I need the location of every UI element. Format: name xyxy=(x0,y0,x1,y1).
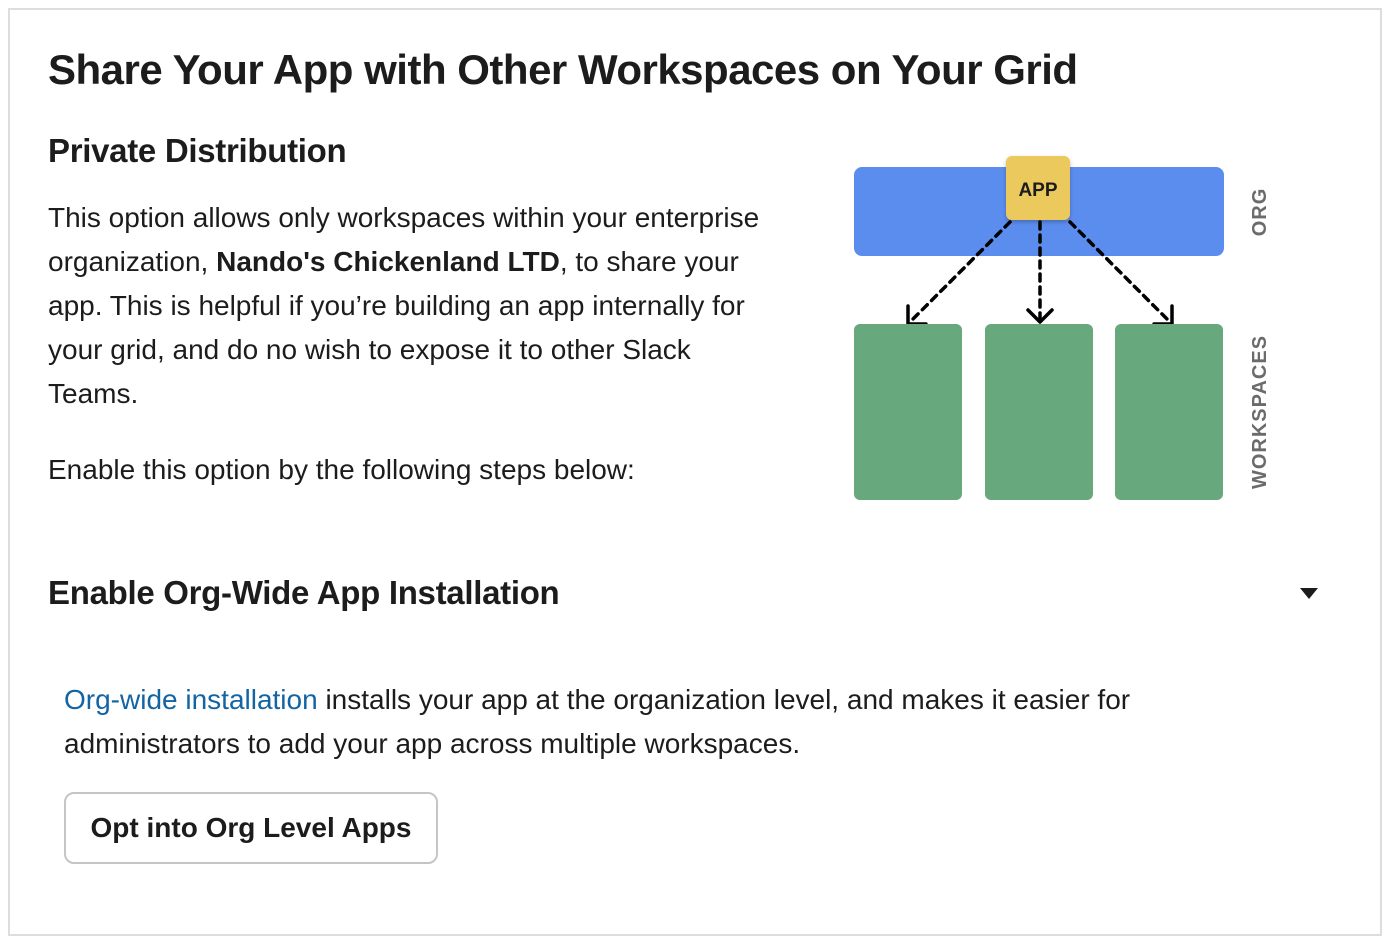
org-wide-install-accordion-header[interactable]: Enable Org-Wide App Installation xyxy=(48,574,1318,630)
workspace-block-3 xyxy=(1115,324,1223,500)
private-distribution-heading: Private Distribution xyxy=(48,132,347,169)
workspace-block-2 xyxy=(985,324,1093,500)
enable-steps-text: Enable this option by the following step… xyxy=(48,454,635,485)
org-side-label: ORG xyxy=(1249,188,1271,237)
workspaces-side-label: WORKSPACES xyxy=(1249,335,1271,489)
org-wide-install-description: Org-wide installation installs your app … xyxy=(64,678,1264,766)
app-box: APP xyxy=(1006,156,1070,220)
private-distribution-description: This option allows only workspaces withi… xyxy=(48,196,778,416)
opt-into-org-level-apps-button[interactable]: Opt into Org Level Apps xyxy=(64,792,438,864)
distribution-diagram: APP ORG WORKSPACES xyxy=(854,156,1271,500)
workspace-block-1 xyxy=(854,324,962,500)
app-label: APP xyxy=(1018,180,1057,201)
org-wide-installation-link[interactable]: Org-wide installation xyxy=(64,684,318,715)
page-title: Share Your App with Other Workspaces on … xyxy=(48,46,1078,93)
org-wide-install-heading: Enable Org-Wide App Installation xyxy=(48,574,560,611)
caret-down-icon[interactable] xyxy=(1300,588,1318,599)
organization-name: Nando's Chickenland LTD xyxy=(216,246,560,277)
